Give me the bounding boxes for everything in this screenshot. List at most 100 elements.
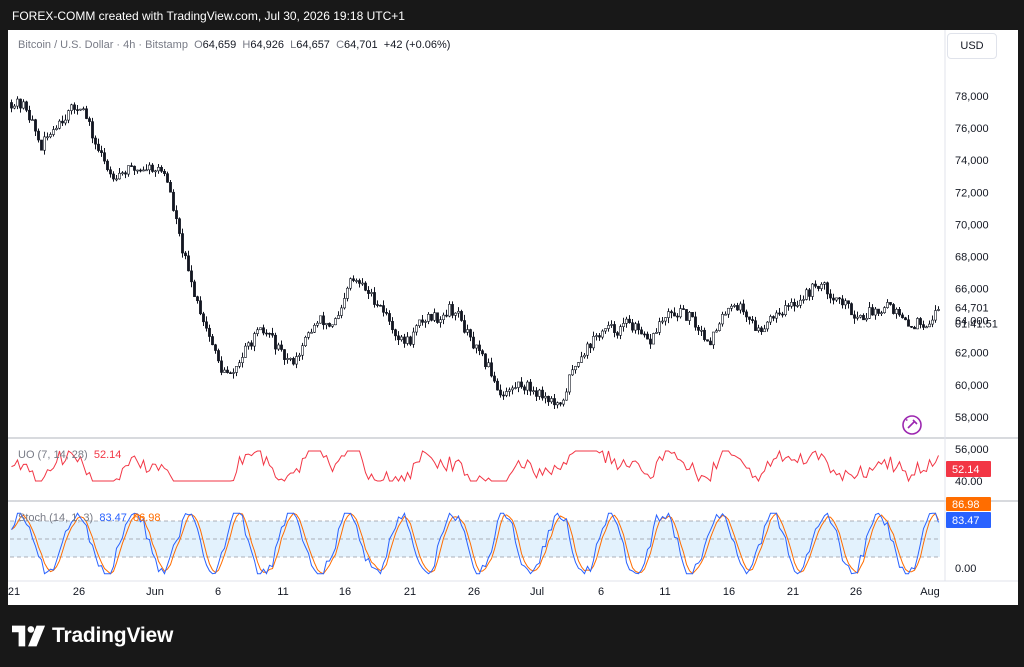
- candle-body: [160, 167, 163, 172]
- tradingview-logo[interactable]: TradingView: [12, 622, 173, 650]
- candle-body: [58, 120, 61, 129]
- candle-body: [571, 369, 574, 376]
- candle-body: [931, 319, 934, 325]
- candle-body: [346, 287, 349, 299]
- candle-body: [595, 335, 598, 337]
- time-tick-label: 21: [787, 586, 799, 598]
- magic-icon: [902, 415, 922, 435]
- candle-body: [646, 333, 649, 340]
- candle-body: [613, 324, 616, 333]
- stoch-pane: 0.00 86.98 83.47: [10, 497, 991, 575]
- candle-body: [277, 344, 280, 350]
- time-tick-label: 11: [277, 586, 288, 598]
- candle-body: [214, 344, 217, 351]
- candle-body: [421, 319, 424, 323]
- candle-body: [181, 233, 184, 254]
- candle-body: [190, 270, 193, 283]
- candle-body: [106, 160, 109, 171]
- candle-body: [187, 255, 190, 272]
- candle-body: [229, 372, 232, 374]
- candle-body: [790, 301, 793, 307]
- candle-body: [313, 324, 316, 333]
- candle-body: [118, 172, 121, 180]
- candle-body: [283, 349, 286, 360]
- candle-body: [631, 322, 634, 331]
- candle-body: [709, 340, 712, 346]
- candle-body: [466, 329, 469, 333]
- uo-legend: UO (7, 14, 28) 52.14: [18, 449, 121, 461]
- countdown-label: 01:41:51: [955, 318, 998, 330]
- candle-body: [130, 165, 133, 167]
- time-tick-label: 16: [723, 586, 735, 598]
- candle-body: [829, 293, 832, 299]
- candle-body: [328, 322, 331, 327]
- candle-body: [64, 119, 67, 124]
- candle-body: [370, 292, 373, 294]
- candle-body: [481, 350, 484, 355]
- candle-body: [79, 108, 82, 111]
- candle-body: [523, 386, 526, 391]
- candle-body: [301, 345, 304, 356]
- candle-body: [427, 314, 430, 322]
- candle-body: [307, 332, 310, 338]
- candle-body: [382, 305, 385, 313]
- candle-body: [226, 369, 229, 373]
- candle-body: [820, 283, 823, 289]
- candle-body: [565, 391, 568, 401]
- candle-body: [364, 282, 367, 291]
- candle-body: [901, 314, 904, 319]
- candle-body: [166, 173, 169, 183]
- candle-body: [598, 335, 601, 338]
- candle-body: [163, 170, 166, 174]
- candles-layer: [10, 96, 940, 410]
- candle-body: [763, 328, 766, 333]
- tradingview-logo-icon: [12, 625, 46, 647]
- candle-body: [142, 169, 145, 172]
- candle-body: [274, 334, 277, 350]
- time-tick-label: 21: [8, 586, 20, 598]
- candle-body: [535, 390, 538, 397]
- candle-body: [586, 343, 589, 356]
- candle-body: [88, 118, 91, 122]
- candle-body: [853, 314, 856, 319]
- price-tick-label: 72,000: [955, 187, 989, 199]
- candle-body: [889, 302, 892, 305]
- time-tick-label: Aug: [920, 586, 940, 598]
- candle-body: [616, 332, 619, 336]
- candle-body: [835, 297, 838, 301]
- candle-body: [175, 210, 178, 220]
- candle-body: [748, 316, 751, 320]
- price-chart[interactable]: 78,000 76,000 74,000 72,000 70,000 68,000 66,0…: [0, 0, 1024, 667]
- time-axis: 21 26 Jun 6 11 16 21 26 Jul 6 11 16 21 26 Aug: [8, 586, 940, 598]
- candle-body: [715, 330, 718, 333]
- candle-body: [448, 304, 451, 317]
- candle-body: [856, 316, 859, 319]
- candle-body: [862, 315, 865, 321]
- time-tick-label: 26: [468, 586, 480, 598]
- candle-body: [781, 313, 784, 316]
- time-tick-label: 11: [659, 586, 670, 598]
- candle-body: [553, 398, 556, 406]
- candle-body: [604, 328, 607, 332]
- candle-body: [388, 313, 391, 322]
- candle-body: [658, 321, 661, 333]
- stoch-legend-d: 86.98: [133, 512, 161, 524]
- candle-body: [583, 354, 586, 358]
- candle-body: [898, 309, 901, 316]
- currency-button[interactable]: USD: [947, 33, 997, 59]
- candle-body: [637, 323, 640, 331]
- time-tick-label: 26: [850, 586, 862, 598]
- candle-body: [100, 150, 103, 153]
- candle-body: [259, 327, 262, 331]
- candle-body: [25, 101, 28, 111]
- candle-body: [712, 331, 715, 346]
- candle-body: [205, 321, 208, 329]
- price-tick-label: 60,000: [955, 380, 989, 392]
- symbol-legend: Bitcoin / U.S. Dollar · 4h · Bitstamp O6…: [18, 39, 450, 51]
- candle-body: [526, 381, 529, 391]
- candle-body: [304, 337, 307, 346]
- candle-body: [109, 169, 112, 175]
- candle-body: [367, 289, 370, 294]
- candle-body: [319, 315, 322, 324]
- candle-body: [832, 297, 835, 301]
